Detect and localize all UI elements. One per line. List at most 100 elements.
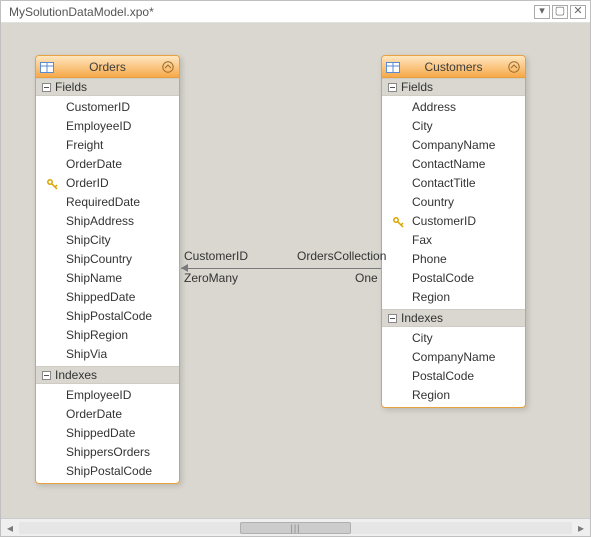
- blank-icon: [392, 253, 406, 267]
- index-row[interactable]: ShipPostalCode: [36, 462, 179, 481]
- relationship-right-card-label: One: [355, 271, 378, 285]
- blank-icon: [392, 177, 406, 191]
- field-row[interactable]: OrderDate: [36, 155, 179, 174]
- field-row[interactable]: ContactTitle: [382, 174, 525, 193]
- field-name: ContactTitle: [412, 175, 476, 192]
- scroll-thumb[interactable]: [240, 522, 351, 534]
- expand-icon[interactable]: [506, 59, 522, 75]
- close-button[interactable]: ✕: [570, 5, 586, 19]
- section-fields[interactable]: Fields: [36, 78, 179, 96]
- section-label: Indexes: [401, 311, 443, 325]
- field-row[interactable]: Country: [382, 193, 525, 212]
- blank-icon: [392, 101, 406, 115]
- entity-header[interactable]: Orders: [36, 56, 179, 78]
- field-row[interactable]: Phone: [382, 250, 525, 269]
- field-row[interactable]: Region: [382, 288, 525, 307]
- field-name: ShipCity: [66, 232, 111, 249]
- scroll-left-icon[interactable]: ◂: [1, 520, 19, 536]
- field-row[interactable]: Freight: [36, 136, 179, 155]
- field-row[interactable]: OrderID: [36, 174, 179, 193]
- field-row[interactable]: ShipCountry: [36, 250, 179, 269]
- blank-icon: [46, 465, 60, 479]
- field-row[interactable]: PostalCode: [382, 269, 525, 288]
- section-fields[interactable]: Fields: [382, 78, 525, 96]
- index-row[interactable]: Region: [382, 386, 525, 405]
- field-row[interactable]: ShipRegion: [36, 326, 179, 345]
- field-row[interactable]: ShipName: [36, 269, 179, 288]
- entity-orders[interactable]: Orders Fields CustomerID EmployeeID Freigh…: [35, 55, 180, 484]
- index-name: ShippersOrders: [66, 444, 150, 461]
- blank-icon: [392, 351, 406, 365]
- field-name: PostalCode: [412, 270, 474, 287]
- field-name: ShipVia: [66, 346, 107, 363]
- key-icon: [392, 215, 406, 229]
- index-name: CompanyName: [412, 349, 495, 366]
- index-name: City: [412, 330, 433, 347]
- entity-header[interactable]: Customers: [382, 56, 525, 78]
- field-name: OrderDate: [66, 156, 122, 173]
- section-label: Fields: [401, 80, 433, 94]
- field-row[interactable]: CompanyName: [382, 136, 525, 155]
- dropdown-button[interactable]: ▾: [534, 5, 550, 19]
- entity-customers[interactable]: Customers Fields AddressCityCompanyNameC…: [381, 55, 526, 408]
- collapse-icon[interactable]: [42, 83, 51, 92]
- entity-title: Customers: [405, 60, 502, 74]
- field-row[interactable]: EmployeeID: [36, 117, 179, 136]
- field-row[interactable]: RequiredDate: [36, 193, 179, 212]
- field-row[interactable]: Fax: [382, 231, 525, 250]
- field-row[interactable]: ShippedDate: [36, 288, 179, 307]
- section-indexes[interactable]: Indexes: [36, 366, 179, 384]
- table-icon: [385, 59, 401, 75]
- index-row[interactable]: EmployeeID: [36, 386, 179, 405]
- index-row[interactable]: CompanyName: [382, 348, 525, 367]
- blank-icon: [392, 139, 406, 153]
- field-name: ShipAddress: [66, 213, 134, 230]
- blank-icon: [46, 158, 60, 172]
- blank-icon: [46, 215, 60, 229]
- blank-icon: [392, 234, 406, 248]
- index-row[interactable]: City: [382, 329, 525, 348]
- table-icon: [39, 59, 55, 75]
- index-name: EmployeeID: [66, 387, 131, 404]
- field-row[interactable]: CustomerID: [36, 98, 179, 117]
- field-name: Freight: [66, 137, 103, 154]
- section-indexes[interactable]: Indexes: [382, 309, 525, 327]
- field-row[interactable]: CustomerID: [382, 212, 525, 231]
- maximize-button[interactable]: ▢: [552, 5, 568, 19]
- collapse-icon[interactable]: [388, 314, 397, 323]
- field-name: Phone: [412, 251, 447, 268]
- field-row[interactable]: ShipPostalCode: [36, 307, 179, 326]
- blank-icon: [46, 196, 60, 210]
- index-row[interactable]: ShippedDate: [36, 424, 179, 443]
- index-name: PostalCode: [412, 368, 474, 385]
- blank-icon: [46, 389, 60, 403]
- horizontal-scrollbar[interactable]: ◂ ▸: [1, 518, 590, 536]
- relationship-connector[interactable]: [181, 268, 381, 269]
- section-label: Indexes: [55, 368, 97, 382]
- blank-icon: [392, 291, 406, 305]
- relationship-left-end-label: CustomerID: [184, 249, 248, 263]
- field-row[interactable]: Address: [382, 98, 525, 117]
- field-row[interactable]: ShipCity: [36, 231, 179, 250]
- expand-icon[interactable]: [160, 59, 176, 75]
- collapse-icon[interactable]: [388, 83, 397, 92]
- blank-icon: [392, 158, 406, 172]
- field-row[interactable]: City: [382, 117, 525, 136]
- field-row[interactable]: ShipVia: [36, 345, 179, 364]
- blank-icon: [392, 272, 406, 286]
- field-row[interactable]: ContactName: [382, 155, 525, 174]
- index-row[interactable]: OrderDate: [36, 405, 179, 424]
- field-row[interactable]: ShipAddress: [36, 212, 179, 231]
- scroll-track[interactable]: [19, 522, 572, 534]
- field-name: CustomerID: [412, 213, 476, 230]
- field-name: EmployeeID: [66, 118, 131, 135]
- collapse-icon[interactable]: [42, 371, 51, 380]
- index-row[interactable]: PostalCode: [382, 367, 525, 386]
- field-name: City: [412, 118, 433, 135]
- diagram-canvas[interactable]: Orders Fields CustomerID EmployeeID Freigh…: [1, 23, 590, 518]
- scroll-right-icon[interactable]: ▸: [572, 520, 590, 536]
- section-label: Fields: [55, 80, 87, 94]
- index-row[interactable]: ShippersOrders: [36, 443, 179, 462]
- field-name: CustomerID: [66, 99, 130, 116]
- relationship-right-end-label: OrdersCollection: [297, 249, 386, 263]
